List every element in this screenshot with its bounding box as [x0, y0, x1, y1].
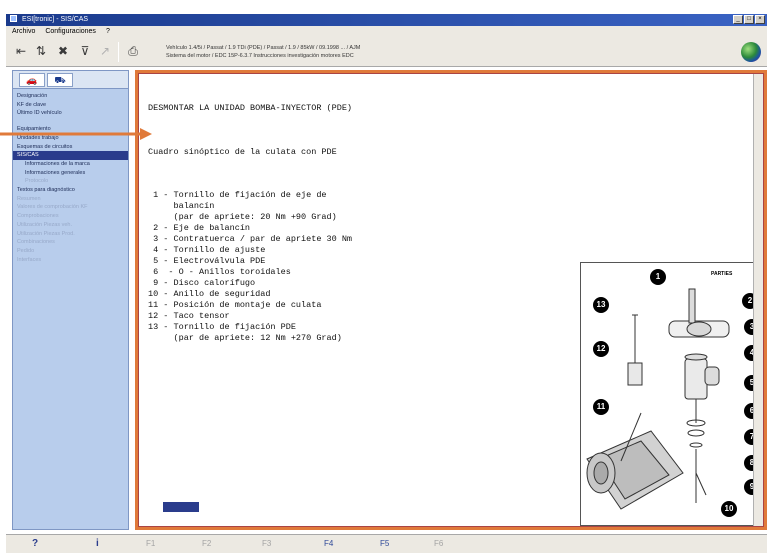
- exploded-diagram: PARTIES 1 2 3 4 5 6 7 8 9 10 11 12 13: [580, 262, 760, 526]
- function-key-1[interactable]: F1: [146, 539, 155, 549]
- parts-line: 4 - Tornillo de ajuste: [148, 245, 266, 255]
- sidebar-nav: Designación KF de clave Último ID vehículo…: [13, 89, 128, 264]
- sidebar-item[interactable]: Resumen: [13, 195, 128, 204]
- function-key-4[interactable]: F4: [324, 539, 333, 549]
- document-scrollbar[interactable]: [753, 74, 763, 526]
- title-bar: ESI[tronic] - SIS/CAS _ □ ×: [6, 14, 767, 26]
- parts-line: 9 - Disco calorífugo: [148, 278, 256, 288]
- parts-line: 1 - Tornillo de fijación de eje de: [148, 190, 327, 200]
- document-frame: DESMONTAR LA UNIDAD BOMBA-INYECTOR (PDE)…: [135, 70, 767, 530]
- sidebar-item[interactable]: Protocolo: [13, 177, 128, 186]
- tool-filter-icon[interactable]: ⊽: [78, 43, 92, 59]
- sidebar-item[interactable]: Designación: [13, 92, 128, 101]
- callout-13: 13: [593, 297, 609, 313]
- pointer-arrow: [0, 128, 152, 140]
- sidebar-tabs: 🚗 ⛟: [13, 71, 128, 89]
- menu-help[interactable]: ?: [106, 26, 110, 37]
- parts-list: 1 - Tornillo de fijación de eje de balan…: [148, 190, 352, 344]
- parts-line: 13 - Tornillo de fijación PDE: [148, 322, 296, 332]
- sidebar-item[interactable]: Comprobaciones: [13, 212, 128, 221]
- window-controls: _ □ ×: [733, 15, 765, 24]
- menu-bar: Archivo Configuraciones ?: [6, 26, 767, 37]
- callout-12: 12: [593, 341, 609, 357]
- app-icon: [10, 15, 17, 22]
- callout-1: 1: [650, 269, 666, 285]
- toolbar: ⇤ ⇅ ✖ ⊽ ↗ ⎙ Vehículo 1.4/5i / Passat / 1…: [6, 37, 767, 67]
- sidebar-item[interactable]: KF de clave: [13, 101, 128, 110]
- callout-10: 10: [721, 501, 737, 517]
- globe-icon[interactable]: [741, 42, 761, 62]
- window-title: ESI[tronic] - SIS/CAS: [21, 16, 89, 23]
- help-button[interactable]: ?: [32, 538, 38, 549]
- parts-line: 10 - Anillo de seguridad: [148, 289, 271, 299]
- sidebar-item[interactable]: Utilización Piezas Prod.: [13, 230, 128, 239]
- callout-11: 11: [593, 399, 609, 415]
- document-subtitle: Cuadro sinóptico de la culata con PDE: [148, 147, 337, 157]
- sidebar-item[interactable]: Interfaces: [13, 256, 128, 265]
- tool-first-icon[interactable]: ⇤: [14, 43, 28, 59]
- maximize-button[interactable]: □: [744, 15, 754, 24]
- document-view: DESMONTAR LA UNIDAD BOMBA-INYECTOR (PDE)…: [138, 73, 764, 527]
- close-button[interactable]: ×: [755, 15, 765, 24]
- sidebar-item[interactable]: Textos para diagnóstico: [13, 186, 128, 195]
- sidebar-item[interactable]: Último ID vehículo: [13, 109, 128, 118]
- tool-tools-icon[interactable]: ✖: [56, 43, 70, 59]
- menu-archivo[interactable]: Archivo: [12, 26, 35, 37]
- parts-line: 3 - Contratuerca / par de apriete 30 Nm: [148, 234, 353, 244]
- menu-configuraciones[interactable]: Configuraciones: [45, 26, 96, 37]
- parts-line: (par de apriete: 12 Nm +270 Grad): [148, 333, 342, 343]
- document-title: DESMONTAR LA UNIDAD BOMBA-INYECTOR (PDE): [148, 103, 353, 113]
- sidebar-item[interactable]: Pedido: [13, 247, 128, 256]
- toolbar-separator: [118, 42, 119, 62]
- parts-line: (par de apriete: 20 Nm +90 Grad): [148, 212, 337, 222]
- function-key-2[interactable]: F2: [202, 539, 211, 549]
- tool-back-icon[interactable]: ⇅: [34, 43, 48, 59]
- minimize-button[interactable]: _: [733, 15, 743, 24]
- function-key-6[interactable]: F6: [434, 539, 443, 549]
- sidebar-item[interactable]: Valores de comprobación KF: [13, 203, 128, 212]
- function-key-3[interactable]: F3: [262, 539, 271, 549]
- status-bar: ? i F1 F2 F3 F4 F5 F6: [6, 534, 767, 553]
- figure-title: PARTIES: [711, 271, 733, 277]
- vehicle-info: Vehículo 1.4/5i / Passat / 1.9 TDi (PDE)…: [166, 44, 360, 60]
- sidebar-item[interactable]: Informaciones de la marca: [13, 160, 128, 169]
- vehicle-line-1: Vehículo 1.4/5i / Passat / 1.9 TDi (PDE)…: [166, 45, 361, 51]
- tool-disabled-icon[interactable]: ↗: [98, 43, 112, 59]
- sidebar-item[interactable]: Esquemas de circuitos: [13, 143, 128, 152]
- parts-line: 12 - Taco tensor: [148, 311, 230, 321]
- vehicle-line-2: Sistema del motor / EDC 15P-6.3.7 Instru…: [166, 53, 354, 59]
- parts-line: balancín: [148, 201, 215, 211]
- engine-icon[interactable]: ⛟: [47, 73, 73, 87]
- page-marker: [163, 502, 199, 512]
- print-icon[interactable]: ⎙: [126, 43, 140, 59]
- parts-line: 2 - Eje de balancín: [148, 223, 251, 233]
- sidebar-item[interactable]: Utilización Piezas veh.: [13, 221, 128, 230]
- parts-line: 11 - Posición de montaje de culata: [148, 300, 322, 310]
- car-icon[interactable]: 🚗: [19, 73, 45, 87]
- sidebar-item[interactable]: SIS/CAS: [13, 151, 128, 160]
- document-text: DESMONTAR LA UNIDAD BOMBA-INYECTOR (PDE)…: [148, 81, 352, 366]
- sidebar-item[interactable]: Informaciones generales: [13, 169, 128, 178]
- nav-gap: [13, 118, 128, 125]
- function-key-5[interactable]: F5: [380, 539, 389, 549]
- info-button[interactable]: i: [96, 538, 99, 549]
- parts-line: 5 - Electroválvula PDE: [148, 256, 266, 266]
- parts-line: 6 - O - Anillos toroidales: [148, 267, 291, 277]
- sidebar-item[interactable]: Combinaciones: [13, 238, 128, 247]
